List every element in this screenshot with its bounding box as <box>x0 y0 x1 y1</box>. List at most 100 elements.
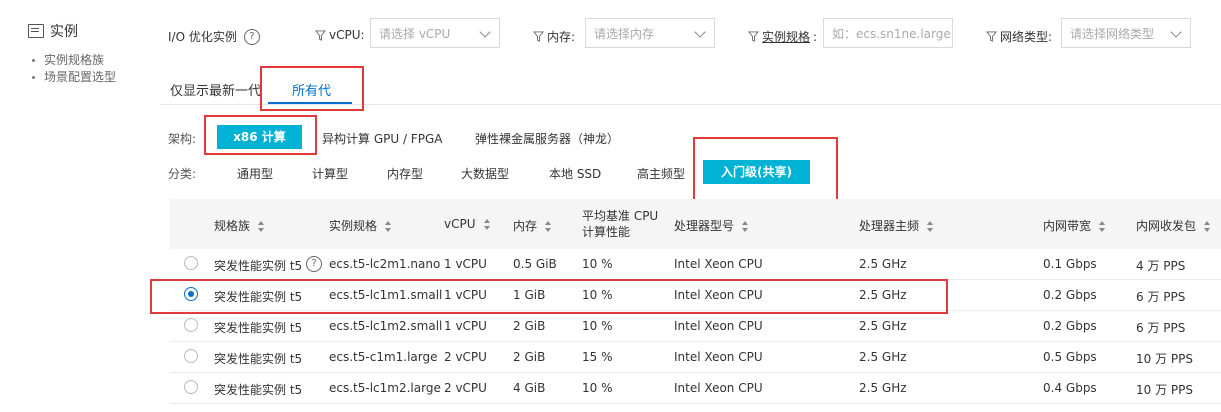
category-option-memory[interactable]: 内存型 <box>387 165 423 182</box>
category-label: 分类: <box>168 167 197 181</box>
cell-cpu-freq: 2.5 GHz <box>859 350 907 364</box>
cell-family: 突发性能实例 t5 <box>214 383 303 397</box>
sidebar-item-scenario-selection[interactable]: 场景配置选型 <box>30 69 116 86</box>
sort-icon[interactable] <box>385 221 392 232</box>
cell-cpu-model: Intel Xeon CPU <box>674 381 763 395</box>
cell-baseline: 10 % <box>582 381 613 395</box>
table-row[interactable]: 突发性能实例 t5 ecs.t5-c1m1.large 2 vCPU 2 GiB… <box>170 342 1221 373</box>
memory-select[interactable]: 请选择内存 <box>585 18 715 48</box>
cell-baseline: 15 % <box>582 350 613 364</box>
cell-pps: 6 万 PPS <box>1136 290 1186 304</box>
arch-option-heterogeneous[interactable]: 异构计算 GPU / FPGA <box>322 130 442 147</box>
cell-family: 突发性能实例 t5 <box>214 352 303 366</box>
column-header-vcpu[interactable]: vCPU <box>444 217 491 231</box>
filter-icon <box>533 31 544 42</box>
table-row[interactable]: 突发性能实例 t5 ecs.t5-lc1m2.large 2 vCPU 4 Gi… <box>170 373 1221 404</box>
column-header-pps[interactable]: 内网收发包 <box>1136 217 1211 234</box>
cell-family: 突发性能实例 t5 <box>214 321 303 335</box>
cell-pps: 10 万 PPS <box>1136 352 1193 366</box>
cell-vcpu: 2 vCPU <box>444 350 487 364</box>
row-radio[interactable] <box>184 380 198 394</box>
tab-latest-generation[interactable]: 仅显示最新一代 <box>170 80 261 99</box>
cell-cpu-model: Intel Xeon CPU <box>674 257 763 271</box>
cell-vcpu: 1 vCPU <box>444 319 487 333</box>
network-select[interactable]: 请选择网络类型 <box>1061 18 1191 48</box>
cell-bandwidth: 0.5 Gbps <box>1043 350 1097 364</box>
highlight-box-entry-shared <box>693 137 838 204</box>
row-radio[interactable] <box>184 256 198 270</box>
chevron-down-icon <box>1170 26 1182 38</box>
sidebar: 实例 实例规格族 场景配置选型 <box>0 0 150 412</box>
question-circle-icon[interactable]: ? <box>243 28 260 45</box>
cell-vcpu: 1 vCPU <box>444 257 487 271</box>
category-option-high-frequency[interactable]: 高主频型 <box>637 165 685 182</box>
sort-icon[interactable] <box>742 221 749 232</box>
column-header-spec[interactable]: 实例规格 <box>329 217 392 234</box>
table-header: 规格族 实例规格 vCPU 内存 平均基准 CPU 计算性能 处理器型号 处理器… <box>170 199 1221 249</box>
network-filter-label: 网络类型: <box>986 28 1052 45</box>
cell-bandwidth: 0.1 Gbps <box>1043 257 1097 271</box>
spec-filter-label: 实例规格: <box>748 28 817 45</box>
cell-bandwidth: 0.4 Gbps <box>1043 381 1097 395</box>
memory-filter-label: 内存: <box>533 28 575 45</box>
cell-cpu-freq: 2.5 GHz <box>859 381 907 395</box>
filter-icon <box>315 29 326 41</box>
column-header-cpu-model[interactable]: 处理器型号 <box>674 217 749 234</box>
cell-bandwidth: 0.2 Gbps <box>1043 288 1097 302</box>
chevron-down-icon <box>694 26 706 38</box>
category-option-local-ssd[interactable]: 本地 SSD <box>549 165 601 182</box>
vcpu-filter-label: vCPU: <box>315 28 365 42</box>
cell-memory: 2 GiB <box>513 350 546 364</box>
column-header-family[interactable]: 规格族 <box>214 217 265 234</box>
sort-icon[interactable] <box>545 221 552 232</box>
sort-icon[interactable] <box>258 221 265 232</box>
instance-icon <box>28 24 44 38</box>
row-radio[interactable] <box>184 349 198 363</box>
io-optimized-label: I/O 优化实例 ? <box>168 28 260 45</box>
chevron-down-icon <box>479 26 491 38</box>
column-header-bandwidth[interactable]: 内网带宽 <box>1043 217 1106 234</box>
cell-pps: 4 万 PPS <box>1136 259 1186 273</box>
cell-family: 突发性能实例 t5 <box>214 259 303 273</box>
table-row[interactable]: 突发性能实例 t5 ecs.t5-lc1m2.small 1 vCPU 2 Gi… <box>170 311 1221 342</box>
highlight-box-all-generations <box>260 66 364 111</box>
row-radio[interactable] <box>184 318 198 332</box>
category-option-general[interactable]: 通用型 <box>237 165 273 182</box>
cell-memory: 2 GiB <box>513 319 546 333</box>
column-header-cpu-freq[interactable]: 处理器主频 <box>859 217 934 234</box>
question-circle-icon[interactable]: ? <box>306 256 322 272</box>
cell-spec: ecs.t5-c1m1.large <box>329 350 438 364</box>
sort-icon[interactable] <box>483 219 491 230</box>
cell-spec: ecs.t5-lc2m1.nano <box>329 257 441 271</box>
filter-icon <box>986 31 997 42</box>
sidebar-list: 实例规格族 场景配置选型 <box>30 52 116 86</box>
cell-cpu-freq: 2.5 GHz <box>859 319 907 333</box>
column-header-baseline: 平均基准 CPU 计算性能 <box>582 209 659 239</box>
cell-baseline: 10 % <box>582 319 613 333</box>
table-row[interactable]: 突发性能实例 t5 ? ecs.t5-lc2m1.nano 1 vCPU 0.5… <box>170 249 1221 280</box>
cell-spec: ecs.t5-lc1m2.small <box>329 319 443 333</box>
sort-icon[interactable] <box>927 221 934 232</box>
cell-spec: ecs.t5-lc1m2.large <box>329 381 441 395</box>
cell-memory: 4 GiB <box>513 381 546 395</box>
column-header-memory[interactable]: 内存 <box>513 217 552 234</box>
sort-icon[interactable] <box>1204 221 1211 232</box>
sidebar-title-label: 实例 <box>50 24 78 40</box>
category-option-bigdata[interactable]: 大数据型 <box>461 165 509 182</box>
cell-cpu-freq: 2.5 GHz <box>859 257 907 271</box>
cell-baseline: 10 % <box>582 257 613 271</box>
highlight-box-selected-row <box>150 279 948 314</box>
highlight-box-x86 <box>204 115 317 155</box>
cell-cpu-model: Intel Xeon CPU <box>674 319 763 333</box>
arch-option-bare-metal[interactable]: 弹性裸金属服务器（神龙） <box>475 130 619 147</box>
sort-icon[interactable] <box>1099 221 1106 232</box>
vcpu-select[interactable]: 请选择 vCPU <box>370 18 500 48</box>
category-option-compute[interactable]: 计算型 <box>312 165 348 182</box>
cell-memory: 0.5 GiB <box>513 257 557 271</box>
spec-input[interactable]: 如：ecs.sn1ne.large <box>823 18 953 48</box>
architecture-label: 架构: <box>168 132 197 146</box>
sidebar-title[interactable]: 实例 <box>28 21 78 41</box>
cell-pps: 6 万 PPS <box>1136 321 1186 335</box>
cell-cpu-model: Intel Xeon CPU <box>674 350 763 364</box>
sidebar-item-instance-family[interactable]: 实例规格族 <box>30 52 116 69</box>
